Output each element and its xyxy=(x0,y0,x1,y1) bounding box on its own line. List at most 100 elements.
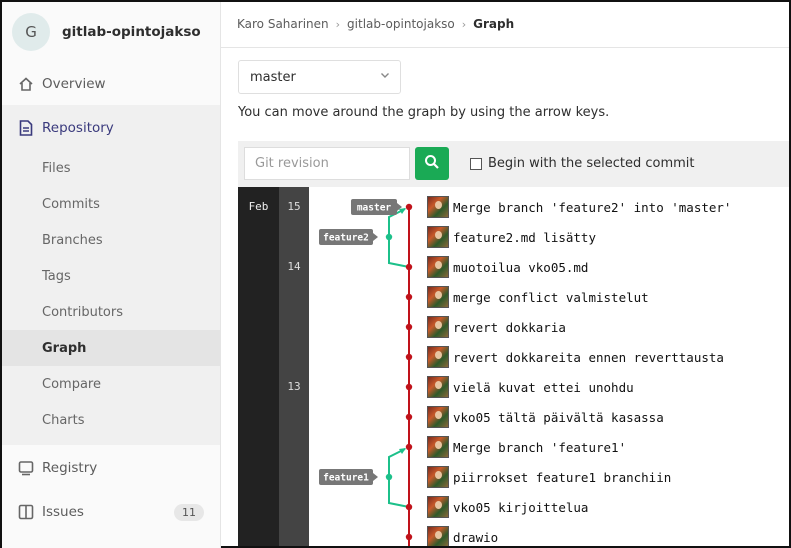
commit-message: vielä kuvat ettei unohdu xyxy=(453,379,634,395)
search-button[interactable] xyxy=(415,147,449,180)
sidebar-item-charts[interactable]: Charts xyxy=(2,406,220,434)
commit-row[interactable]: merge conflict valmistelut xyxy=(427,286,649,308)
commit-row[interactable]: revert dokkareita ennen reverttausta xyxy=(427,346,724,368)
breadcrumb-project[interactable]: gitlab-opintojakso xyxy=(347,17,455,31)
day-label: 13 xyxy=(287,380,301,393)
commit-message: revert dokkaria xyxy=(453,319,566,335)
chevron-right-icon: › xyxy=(461,17,467,31)
sidebar-item-label: Issues xyxy=(42,504,84,520)
git-revision-input[interactable]: Git revision xyxy=(244,147,410,180)
graph-toolbar: Git revision Begin with the selected com… xyxy=(238,141,789,187)
author-avatar xyxy=(427,436,449,458)
project-avatar: G xyxy=(12,13,50,51)
author-avatar xyxy=(427,256,449,278)
commit-dot xyxy=(405,203,413,211)
commit-dot xyxy=(405,533,413,541)
sidebar-item-label: Registry xyxy=(42,460,98,476)
commit-message: Merge branch 'feature1' xyxy=(453,439,627,455)
graph-hint: You can move around the graph by using t… xyxy=(238,105,610,120)
feature1-label-text: feature1 xyxy=(323,473,369,484)
author-avatar xyxy=(427,196,449,218)
search-icon xyxy=(424,154,440,174)
issues-icon xyxy=(17,503,35,521)
breadcrumb-current[interactable]: Graph xyxy=(473,17,514,31)
commit-row[interactable]: vko05 tältä päivältä kasassa xyxy=(427,406,664,428)
commit-row[interactable]: drawio xyxy=(427,526,498,546)
sidebar-item-tags[interactable]: Tags xyxy=(2,262,220,290)
sidebar-item-graph[interactable]: Graph xyxy=(2,330,220,366)
begin-checkbox[interactable] xyxy=(470,157,482,170)
commit-message: merge conflict valmistelut xyxy=(453,289,649,305)
begin-with-selected-option[interactable]: Begin with the selected commit xyxy=(470,156,694,171)
commit-row[interactable]: muotoilua vko05.md xyxy=(427,256,588,278)
sidebar-item-contributors[interactable]: Contributors xyxy=(2,298,220,326)
commit-message: vko05 kirjoittelua xyxy=(453,499,589,515)
month-column xyxy=(238,187,279,546)
commit-row[interactable]: piirrokset feature1 branchiin xyxy=(427,466,671,488)
commit-message: feature2.md lisätty xyxy=(453,229,596,245)
divider xyxy=(221,47,789,48)
sidebar-item-registry[interactable]: Registry xyxy=(2,454,220,482)
sidebar-item-repository[interactable]: Repository xyxy=(2,114,220,142)
sidebar-item-issues[interactable]: Issues 11 xyxy=(2,498,220,526)
network-graph[interactable]: Feb 15 14 13 master feature2 feature1 Merg… xyxy=(238,187,789,546)
day-column xyxy=(279,187,309,546)
feature2-label-pointer xyxy=(373,233,378,241)
commit-dot xyxy=(405,443,413,451)
sidebar-item-branches[interactable]: Branches xyxy=(2,226,220,254)
feature1-label-pointer xyxy=(373,473,378,481)
commit-row[interactable]: Merge branch 'feature2' into 'master' xyxy=(427,196,731,218)
commit-dot xyxy=(405,323,413,331)
commit-dot xyxy=(405,293,413,301)
author-avatar xyxy=(427,466,449,488)
sidebar-item-overview[interactable]: Overview xyxy=(2,70,220,98)
commit-message: revert dokkareita ennen reverttausta xyxy=(453,349,724,365)
day-label: 15 xyxy=(287,200,301,213)
project-header[interactable]: G gitlab-opintojakso xyxy=(12,13,201,51)
author-avatar xyxy=(427,526,449,546)
commit-message: vko05 tältä päivältä kasassa xyxy=(453,409,664,425)
sidebar-item-label: Overview xyxy=(42,76,106,92)
feature2-label-text: feature2 xyxy=(323,233,369,244)
author-avatar xyxy=(427,406,449,428)
day-label: 14 xyxy=(287,260,301,273)
month-label: Feb xyxy=(248,200,269,213)
author-avatar xyxy=(427,496,449,518)
sidebar-item-files[interactable]: Files xyxy=(2,154,220,182)
chevron-down-icon xyxy=(380,70,390,83)
sidebar-item-commits[interactable]: Commits xyxy=(2,190,220,218)
document-icon xyxy=(17,119,35,137)
author-avatar xyxy=(427,376,449,398)
sidebar-item-compare[interactable]: Compare xyxy=(2,370,220,398)
commit-dot xyxy=(385,233,393,241)
commit-row[interactable]: vielä kuvat ettei unohdu xyxy=(427,376,634,398)
commit-row[interactable]: feature2.md lisätty xyxy=(427,226,596,248)
commit-dot xyxy=(405,263,413,271)
commit-row[interactable]: Merge branch 'feature1' xyxy=(427,436,626,458)
commit-message: piirrokset feature1 branchiin xyxy=(453,469,672,485)
project-name: gitlab-opintojakso xyxy=(62,24,201,40)
sidebar: G gitlab-opintojakso Overview Repository… xyxy=(2,2,221,548)
master-label-text: master xyxy=(357,203,392,214)
commit-message: drawio xyxy=(453,529,499,545)
commit-message: muotoilua vko05.md xyxy=(453,259,589,275)
commit-dot xyxy=(405,503,413,511)
commit-message: Merge branch 'feature2' into 'master' xyxy=(453,199,732,215)
commit-dot xyxy=(405,383,413,391)
branch-dropdown[interactable]: master xyxy=(238,60,401,94)
commit-row[interactable]: revert dokkaria xyxy=(427,316,566,338)
author-avatar xyxy=(427,286,449,308)
begin-checkbox-label: Begin with the selected commit xyxy=(488,156,695,171)
home-icon xyxy=(17,75,35,93)
commit-dot xyxy=(405,353,413,361)
commit-row[interactable]: vko05 kirjoittelua xyxy=(427,496,588,518)
branch-dropdown-value: master xyxy=(250,69,296,85)
breadcrumb: Karo Saharinen › gitlab-opintojakso › Gr… xyxy=(237,17,514,31)
registry-icon xyxy=(17,459,35,477)
breadcrumb-user[interactable]: Karo Saharinen xyxy=(237,17,329,31)
commit-dot xyxy=(405,413,413,421)
issues-count-badge: 11 xyxy=(174,503,204,521)
commit-dot xyxy=(385,473,393,481)
author-avatar xyxy=(427,316,449,338)
author-avatar xyxy=(427,346,449,368)
